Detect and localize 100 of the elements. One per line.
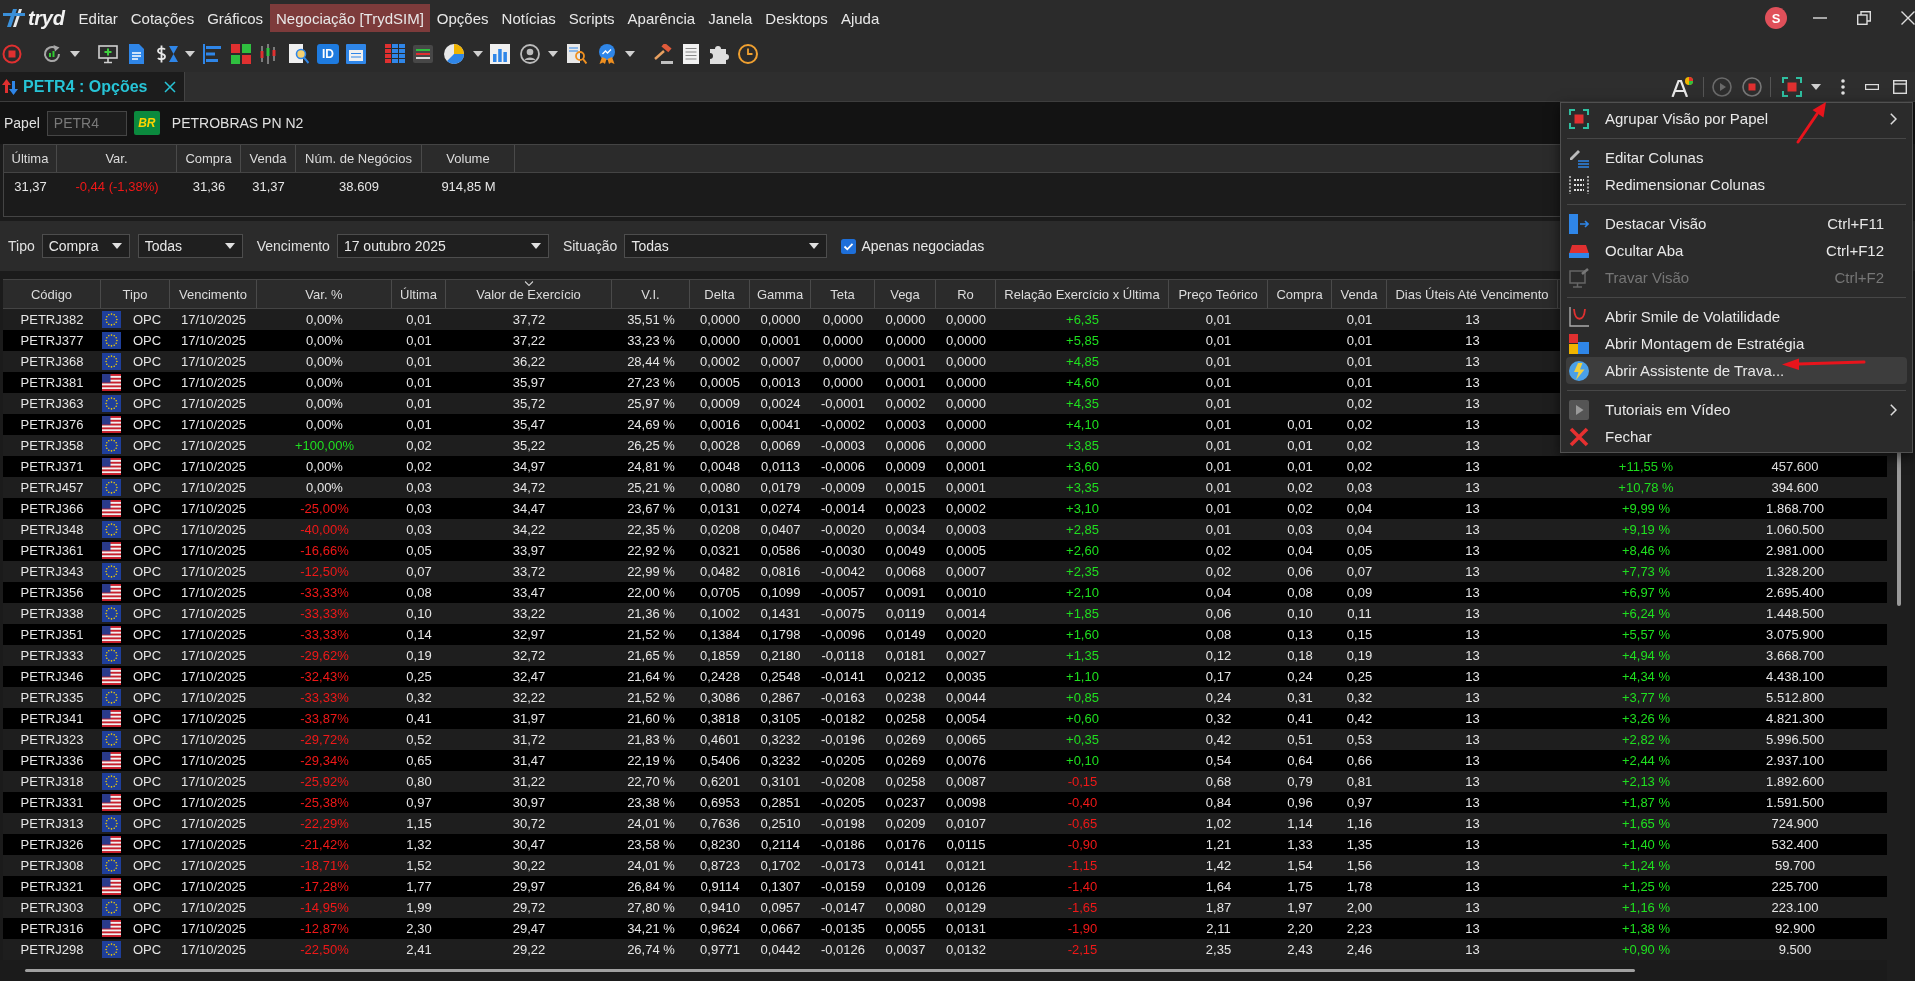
menu-item[interactable]: Negociação [TrydSIM]: [270, 4, 430, 32]
dropdown[interactable]: Todas: [624, 234, 828, 258]
filter-label: Vencimento: [256, 238, 330, 254]
menu-item[interactable]: Scripts: [562, 4, 621, 32]
gavel-icon[interactable]: [653, 44, 673, 64]
refresh-icon[interactable]: [42, 44, 62, 64]
column-header[interactable]: Última: [392, 280, 446, 308]
maximize-icon[interactable]: [1893, 79, 1907, 94]
clock-icon[interactable]: [738, 44, 758, 64]
column-header[interactable]: Delta: [690, 280, 750, 308]
stop-icon[interactable]: [2, 44, 22, 64]
list-icon[interactable]: [413, 44, 433, 64]
puzzle-icon[interactable]: [710, 44, 730, 64]
medal-icon[interactable]: [597, 44, 617, 64]
caret-icon[interactable]: [1811, 83, 1821, 90]
column-header[interactable]: Teta: [811, 280, 875, 308]
monitor-icon[interactable]: [98, 44, 118, 64]
close-icon[interactable]: [164, 80, 176, 93]
align-bars-icon[interactable]: [202, 44, 222, 64]
table-row[interactable]: PETRJ356 OPC 17/10/2025 -33,33% 0,08 33,47 22,00 % 0,0705 0,1099 -0,0057 0,0091 0,0010 +2,10 0,04 0,08 0,09 13 +6,97 % 2.695.400: [3, 582, 1887, 603]
caret-icon[interactable]: [70, 51, 80, 57]
table-row[interactable]: PETRJ361 OPC 17/10/2025 -16,66% 0,05 33,97 22,92 % 0,0321 0,0586 -0,0030 0,0049 0,0005 +2,60 0,02 0,04 0,05 13 +8,46 % 2.981.000: [3, 540, 1887, 561]
column-header[interactable]: Gamma: [750, 280, 811, 308]
caret-icon[interactable]: [530, 243, 541, 249]
document-search-icon[interactable]: [289, 44, 309, 64]
stop-icon[interactable]: [1742, 76, 1762, 97]
tab[interactable]: PETR4 : Opções: [0, 72, 185, 101]
column-header[interactable]: Vencimento: [170, 280, 257, 308]
column-header[interactable]: Tipo: [101, 280, 170, 308]
column-header[interactable]: Código: [3, 280, 101, 308]
checkbox-icon[interactable]: [841, 238, 857, 254]
column-header[interactable]: Var. %: [257, 280, 392, 308]
menu-item[interactable]: Editar: [72, 4, 124, 32]
column-header[interactable]: Compra: [1268, 280, 1332, 308]
column-header[interactable]: V.I.: [612, 280, 690, 308]
column-header[interactable]: Preço Teórico: [1169, 280, 1268, 308]
table-row[interactable]: PETRJ316 OPC 17/10/2025 -12,87% 2,30 29,47 34,21 % 0,9624 0,0667 -0,0135 0,0055 0,0131 -1,90 2,11 2,20 2,23 13 +1,38 % 92.900: [3, 918, 1887, 939]
avatar[interactable]: S: [1765, 7, 1787, 29]
menu-item[interactable]: Opções: [430, 4, 495, 32]
menu-item[interactable]: Aparência: [621, 4, 702, 32]
id-button[interactable]: ID: [317, 44, 339, 64]
table-row[interactable]: PETRJ341 OPC 17/10/2025 -33,87% 0,41 31,97 21,60 % 0,3818 0,3105 -0,0182 0,0258 0,0054 +0,60 0,32 0,41 0,42 13 +3,26 % 4.821.300: [3, 708, 1887, 729]
form-icon[interactable]: [346, 44, 366, 64]
column-header[interactable]: Ro: [936, 280, 996, 308]
user-icon[interactable]: [520, 44, 540, 64]
dropdown[interactable]: 17 outubro 2025: [336, 234, 549, 258]
caret-icon[interactable]: [185, 51, 195, 57]
squares-icon[interactable]: [231, 44, 251, 64]
menu-item[interactable]: Janela: [702, 4, 759, 32]
caret-icon[interactable]: [473, 51, 483, 57]
menu-item[interactable]: Agrupar Visão por Papel: [1566, 105, 1907, 132]
menu-item[interactable]: Ajuda: [834, 4, 886, 32]
bar-chart-icon[interactable]: [490, 44, 510, 64]
paper-field[interactable]: PETR4: [46, 110, 127, 136]
table-row[interactable]: PETRJ321 OPC 17/10/2025 -17,28% 1,77 29,97 26,84 % 0,9114 0,1307 -0,0159 0,0109 0,0126 -1,40 1,64 1,75 1,78 13 +1,25 % 225.700: [3, 876, 1887, 897]
restore-icon[interactable]: [1857, 11, 1871, 25]
pie-chart-icon[interactable]: [444, 44, 464, 64]
dollar-hourglass-icon[interactable]: [155, 44, 179, 64]
caret-icon[interactable]: [548, 51, 558, 57]
table-row[interactable]: PETRJ331 OPC 17/10/2025 -25,38% 0,97 30,97 23,38 % 0,6953 0,2851 -0,0205 0,0237 0,0098 -0,40 0,84 0,96 0,97 13 +1,87 % 1.591.500: [3, 792, 1887, 813]
table-grid-icon[interactable]: [385, 44, 405, 64]
menu-item[interactable]: Destacar Visão Ctrl+F11: [1566, 210, 1907, 237]
table-row[interactable]: PETRJ351 OPC 17/10/2025 -33,33% 0,14 32,97 21,52 % 0,1384 0,1798 -0,0096 0,0149 0,0020 +1,60 0,08 0,13 0,15 13 +5,57 % 3.075.900: [3, 624, 1887, 645]
minimize-panel-icon[interactable]: [1865, 83, 1879, 90]
caret-icon[interactable]: [224, 243, 235, 249]
dropdown[interactable]: Compra: [41, 234, 130, 258]
column-header[interactable]: Vega: [875, 280, 936, 308]
candlestick-icon[interactable]: [258, 44, 278, 64]
group-view-icon[interactable]: [1782, 76, 1802, 97]
notepad-icon[interactable]: [681, 44, 701, 64]
more-icon[interactable]: [1841, 78, 1845, 95]
column-header[interactable]: Valor de Exercício: [446, 280, 612, 308]
menu-item[interactable]: Redimensionar Colunas: [1566, 171, 1907, 198]
play-icon[interactable]: [1712, 76, 1732, 97]
column-header[interactable]: Relação Exercício x Última: [996, 280, 1169, 308]
menu-item[interactable]: Ocultar Aba Ctrl+F12: [1566, 237, 1907, 264]
dropdown[interactable]: Todas: [137, 234, 243, 258]
menu-item[interactable]: Editar Colunas: [1566, 144, 1907, 171]
font-color-icon[interactable]: [1671, 76, 1693, 97]
horizontal-scrollbar[interactable]: [25, 969, 1635, 972]
menu-item[interactable]: Gráficos: [201, 4, 269, 32]
table-row[interactable]: PETRJ326 OPC 17/10/2025 -21,42% 1,32 30,47 23,58 % 0,8230 0,2114 -0,0186 0,0176 0,0115 -0,90 1,21 1,33 1,35 13 +1,40 % 532.400: [3, 834, 1887, 855]
column-header[interactable]: Venda: [1332, 280, 1387, 308]
report-search-icon[interactable]: [567, 44, 587, 64]
table-row[interactable]: PETRJ336 OPC 17/10/2025 -29,34% 0,65 31,47 22,19 % 0,5406 0,3232 -0,0205 0,0269 0,0076 +0,10 0,54 0,64 0,66 13 +2,44 % 2.937.100: [3, 750, 1887, 771]
table-row[interactable]: PETRJ371 OPC 17/10/2025 0,00% 0,02 34,97 24,81 % 0,0048 0,0113 -0,0006 0,0009 0,0001 +3,60 0,01 0,01 0,02 13 +11,55 % 457.600: [3, 456, 1887, 477]
table-row[interactable]: PETRJ366 OPC 17/10/2025 -25,00% 0,03 34,47 23,67 % 0,0131 0,0274 -0,0014 0,0023 0,0002 +3,10 0,01 0,02 0,04 13 +9,99 % 1.868.700: [3, 498, 1887, 519]
caret-icon[interactable]: [625, 51, 635, 57]
close-icon[interactable]: [1901, 11, 1915, 25]
document-icon[interactable]: [126, 44, 146, 64]
table-row[interactable]: PETRJ346 OPC 17/10/2025 -32,43% 0,25 32,47 21,64 % 0,2428 0,2548 -0,0141 0,0212 0,0035 +1,10 0,17 0,24 0,25 13 +4,34 % 4.438.100: [3, 666, 1887, 687]
menu-item[interactable]: Cotações: [124, 4, 201, 32]
column-header[interactable]: Dias Úteis Até Vencimento: [1387, 280, 1558, 308]
menu-item[interactable]: Abrir Assistente de Trava...: [1566, 357, 1907, 384]
caret-icon[interactable]: [809, 243, 820, 249]
table-cell: OPC: [133, 879, 162, 894]
menu-item[interactable]: Notícias: [495, 4, 562, 32]
checkbox[interactable]: Apenas negociadas: [841, 238, 985, 254]
menu-item[interactable]: Desktops: [759, 4, 834, 32]
caret-icon[interactable]: [111, 243, 122, 249]
